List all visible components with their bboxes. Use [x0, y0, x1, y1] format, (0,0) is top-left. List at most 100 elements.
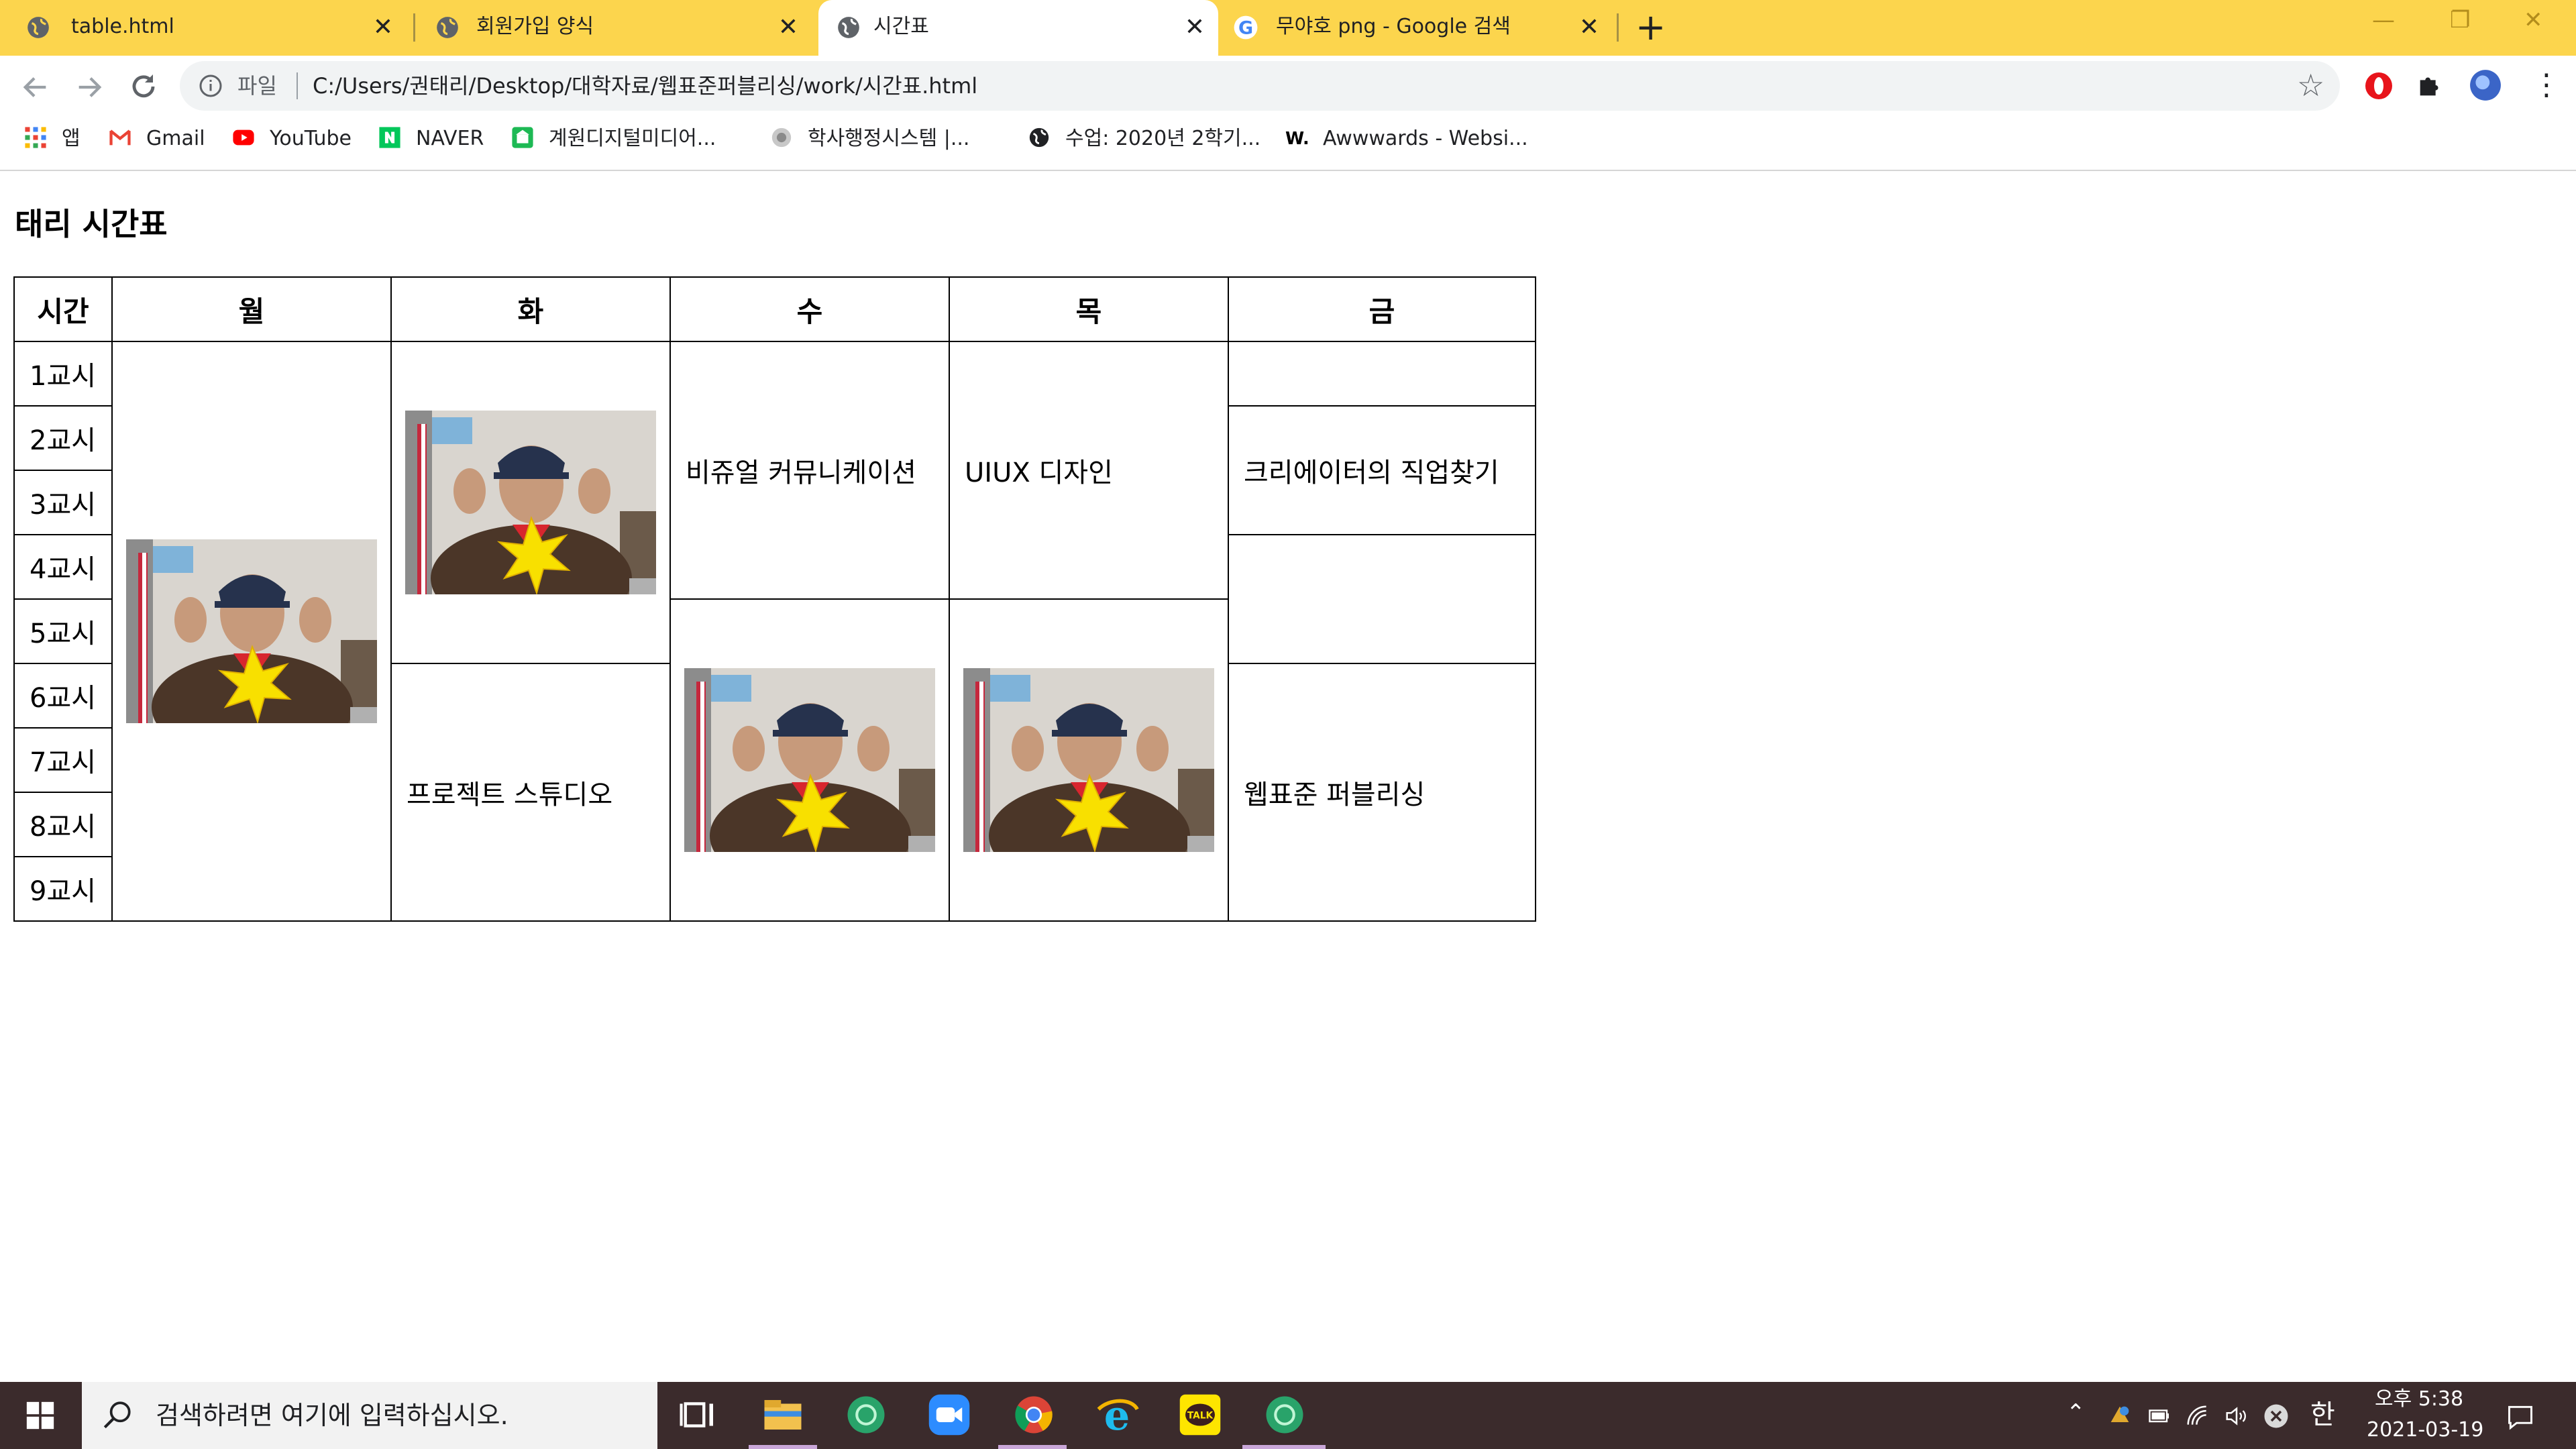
- period-2: 2교시: [13, 405, 113, 471]
- header-wed: 수: [669, 276, 950, 342]
- school-icon: [512, 126, 533, 148]
- svg-text:W.: W.: [1285, 128, 1308, 148]
- file-explorer-icon[interactable]: [761, 1393, 805, 1437]
- tray-app-icon[interactable]: [2106, 1402, 2133, 1429]
- opera-icon[interactable]: [2363, 70, 2395, 102]
- youtube-icon: [233, 129, 254, 145]
- tab-signup-form[interactable]: 회원가입 양식 ✕: [415, 0, 812, 56]
- header-thu: 목: [949, 276, 1229, 342]
- svg-text:G: G: [1238, 18, 1253, 39]
- tab-timetable[interactable]: 시간표 ✕: [818, 0, 1218, 56]
- bookmark-kaywon[interactable]: 계원디지털미디어...: [511, 124, 716, 154]
- globe-icon: [437, 17, 458, 38]
- speaker-icon[interactable]: [2223, 1403, 2250, 1429]
- battery-icon[interactable]: [2145, 1403, 2172, 1428]
- bookmark-apps[interactable]: 앱: [24, 124, 80, 154]
- tab-label: table.html: [71, 15, 174, 38]
- bookmark-label: YouTube: [270, 127, 352, 150]
- wed-image-cell: [669, 598, 950, 922]
- period-6: 6교시: [13, 663, 113, 729]
- close-icon[interactable]: ✕: [778, 15, 798, 40]
- address-divider: [297, 72, 298, 99]
- bookmark-label: 수업: 2020년 2학기...: [1065, 127, 1261, 150]
- app-green-circle-icon[interactable]: [844, 1393, 888, 1437]
- clock-date[interactable]: 2021-03-19: [2367, 1417, 2483, 1444]
- chrome-icon[interactable]: [1012, 1393, 1056, 1437]
- thu-image-cell: [949, 598, 1229, 922]
- info-icon[interactable]: [199, 74, 223, 98]
- ime-indicator[interactable]: 한: [2310, 1397, 2335, 1433]
- address-scheme-label: 파일: [237, 73, 277, 99]
- globe-icon: [1029, 127, 1049, 147]
- muyaho-image: [963, 668, 1214, 852]
- kakaotalk-icon[interactable]: TALK: [1178, 1393, 1222, 1437]
- course-project-studio: 프로젝트 스튜디오: [390, 663, 671, 922]
- table-header-row: 시간 월 화 수 목 금: [13, 276, 1536, 342]
- empty-cell: [1228, 341, 1536, 407]
- new-tab-button[interactable]: +: [1635, 9, 1666, 46]
- bookmark-label: 계원디지털미디어...: [549, 127, 716, 150]
- tab-google-search[interactable]: G 무야호 png - Google 검색 ✕: [1218, 0, 1615, 56]
- tab-label: 회원가입 양식: [476, 15, 594, 38]
- clock-time[interactable]: 오후 5:38: [2375, 1386, 2463, 1413]
- chevron-up-icon[interactable]: ⌃: [2066, 1399, 2086, 1426]
- close-icon[interactable]: ✕: [1185, 15, 1205, 40]
- blocked-circle-icon[interactable]: [2262, 1402, 2290, 1430]
- svg-text:TALK: TALK: [1187, 1411, 1214, 1421]
- minimize-button[interactable]: —: [2372, 7, 2395, 34]
- period-5: 5교시: [13, 598, 113, 664]
- period-9: 9교시: [13, 856, 113, 922]
- tab-table-html[interactable]: table.html ✕: [0, 0, 413, 56]
- notification-center-icon[interactable]: [2505, 1402, 2536, 1432]
- menu-kebab-icon[interactable]: ⋮: [2532, 66, 2561, 105]
- bookmark-youtube[interactable]: YouTube: [232, 124, 352, 154]
- running-indicator: [998, 1445, 1067, 1449]
- wifi-icon[interactable]: [2184, 1403, 2211, 1429]
- period-4: 4교시: [13, 534, 113, 600]
- muyaho-image: [126, 539, 377, 723]
- star-icon[interactable]: ☆: [2297, 67, 2324, 103]
- bookmark-academic-admin[interactable]: 학사행정시스템 |...: [770, 124, 969, 154]
- course-uiux-design: UIUX 디자인: [949, 341, 1229, 600]
- google-icon: G: [1234, 15, 1258, 40]
- profile-avatar-icon[interactable]: [2469, 68, 2502, 102]
- running-indicator: [749, 1445, 817, 1449]
- running-indicator: [1242, 1445, 1326, 1449]
- bookmark-class[interactable]: 수업: 2020년 2학기...: [1028, 124, 1260, 154]
- bookmark-label: 앱: [62, 127, 80, 150]
- period-8: 8교시: [13, 792, 113, 857]
- bookmark-awwwards[interactable]: W. Awwwards - Websi...: [1285, 124, 1528, 154]
- bookmark-label: Gmail: [146, 127, 205, 150]
- table-row: 1교시 비쥬얼 커뮤니케이션 UIUX 디자인: [13, 341, 1536, 922]
- window-close-button[interactable]: ✕: [2524, 7, 2543, 34]
- header-mon: 월: [111, 276, 392, 342]
- awwwards-icon: W.: [1285, 128, 1308, 148]
- task-view-icon[interactable]: [676, 1393, 720, 1437]
- tab-label: 시간표: [873, 15, 929, 38]
- bookmark-gmail[interactable]: Gmail: [109, 124, 205, 154]
- apps-grid-icon: [25, 126, 46, 148]
- bookmark-label: 학사행정시스템 |...: [808, 127, 970, 150]
- course-visual-communication: 비쥬얼 커뮤니케이션: [669, 341, 950, 600]
- period-1: 1교시: [13, 341, 113, 407]
- reload-icon[interactable]: [127, 70, 160, 103]
- zoom-icon[interactable]: [927, 1393, 971, 1437]
- address-url[interactable]: C:/Users/권태리/Desktop/대학자료/웹표준퍼블리싱/work/시…: [313, 68, 977, 103]
- close-icon[interactable]: ✕: [1579, 15, 1599, 40]
- header-fri: 금: [1228, 276, 1536, 342]
- internet-explorer-icon[interactable]: e: [1095, 1393, 1139, 1437]
- bookmark-label: NAVER: [416, 127, 484, 150]
- extensions-puzzle-icon[interactable]: [2415, 70, 2446, 101]
- restore-button[interactable]: ❐: [2450, 7, 2470, 34]
- windows-start-icon[interactable]: [25, 1401, 55, 1430]
- tab-separator: [1617, 13, 1619, 42]
- globe-icon: [838, 17, 859, 38]
- forward-arrow-icon[interactable]: [74, 72, 105, 103]
- course-creator-career: 크리에이터의 직업찾기: [1228, 405, 1536, 535]
- bookmark-naver[interactable]: NAVER: [378, 124, 484, 154]
- period-3: 3교시: [13, 470, 113, 535]
- back-arrow-icon[interactable]: [20, 72, 51, 103]
- tue-image-cell: [390, 341, 671, 664]
- close-icon[interactable]: ✕: [373, 15, 393, 40]
- app-green-circle-icon[interactable]: [1263, 1393, 1307, 1437]
